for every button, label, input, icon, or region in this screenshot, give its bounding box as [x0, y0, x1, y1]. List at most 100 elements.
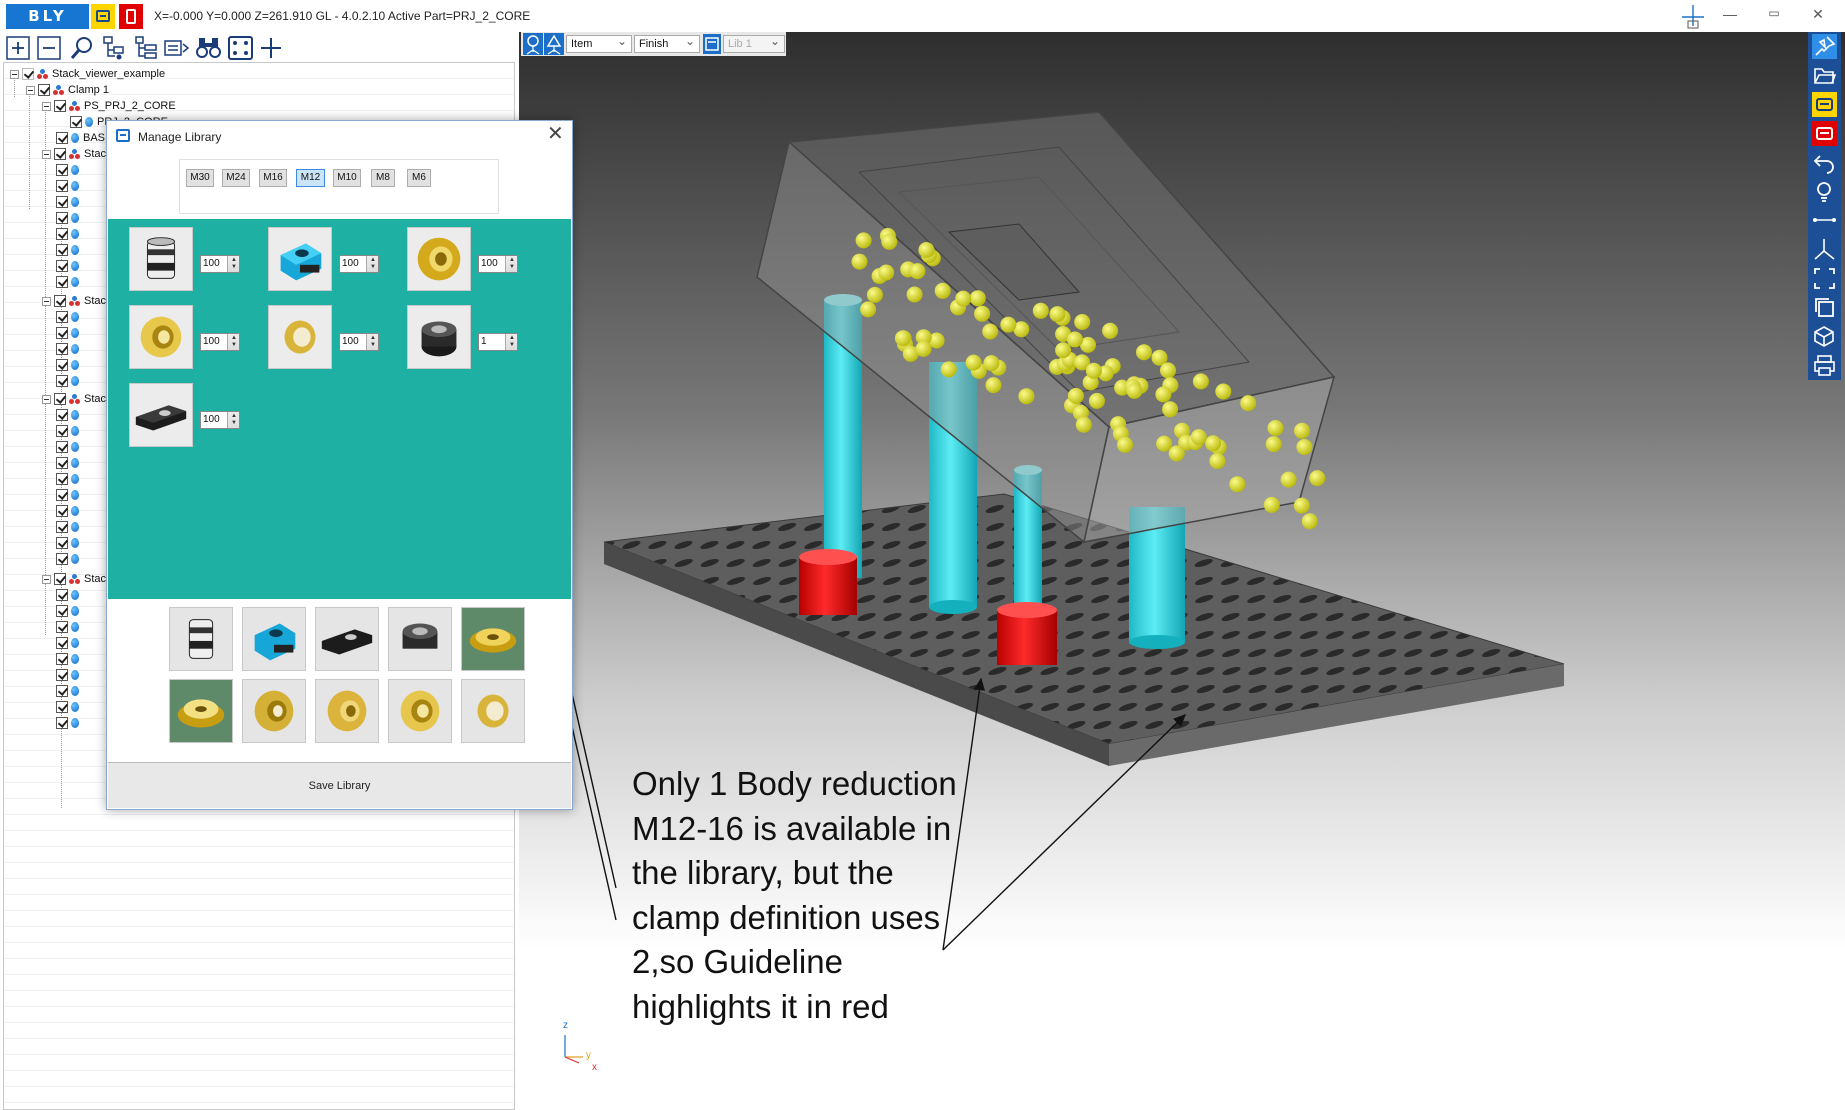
collapse-all-icon[interactable] [36, 35, 63, 61]
close-icon[interactable]: ✕ [547, 124, 564, 144]
tree-item-stack[interactable]: Stac [42, 393, 106, 409]
tree-leaf-item[interactable] [56, 653, 83, 669]
tree-leaf-item[interactable] [56, 327, 83, 343]
expand-all-icon[interactable] [5, 35, 32, 61]
tree-leaf-item[interactable] [56, 505, 83, 521]
restore-icon[interactable]: ▭ [1764, 6, 1784, 20]
fit-view-icon[interactable] [1812, 266, 1837, 291]
close-window-icon[interactable]: ✕ [1808, 6, 1828, 23]
add-icon[interactable] [258, 35, 285, 61]
tree-leaf-item[interactable] [56, 717, 83, 733]
palette-item-ring-gold[interactable] [242, 679, 306, 743]
library-item-ring-gold-thin[interactable] [268, 305, 332, 369]
tree-leaf-item[interactable] [56, 521, 83, 537]
fit-selection-icon[interactable] [227, 35, 254, 61]
palette-item-base-black[interactable] [315, 607, 379, 671]
tree-leaf-item[interactable] [56, 260, 83, 276]
pin-icon[interactable] [1812, 34, 1837, 59]
tree-leaf-item[interactable] [56, 164, 83, 180]
tree-leaf-item[interactable] [56, 441, 83, 457]
quantity-stepper[interactable]: 1 ▲ ▼ [478, 333, 518, 351]
library-item-body-reduction[interactable] [407, 305, 471, 369]
save-library-button[interactable]: Save Library [108, 762, 571, 808]
list-view-icon[interactable] [163, 35, 190, 61]
library-select[interactable]: Lib 1 [723, 33, 785, 53]
size-button-m30[interactable]: M30 [186, 169, 214, 187]
palette-item-gold-cone-large[interactable] [169, 679, 233, 743]
quantity-stepper[interactable]: 100 ▲ ▼ [200, 255, 240, 273]
view-orient-icon[interactable] [544, 33, 564, 55]
search-icon[interactable] [69, 35, 96, 61]
yellow-clamp-icon[interactable] [91, 4, 115, 29]
quantity-stepper[interactable]: 100 ▲ ▼ [339, 255, 379, 273]
tree-leaf-item[interactable] [56, 359, 83, 375]
tree-item-root[interactable]: Stack_viewer_example [10, 68, 165, 84]
red-clamp-tool-icon[interactable] [1812, 121, 1837, 146]
undo-icon[interactable] [1812, 150, 1837, 175]
palette-item-ring-gold-2[interactable] [315, 679, 379, 743]
size-button-m10[interactable]: M10 [333, 169, 361, 187]
tree-leaf-item[interactable] [56, 180, 83, 196]
library-item-clamp-cyan[interactable] [268, 227, 332, 291]
tree-item-stack[interactable]: Stac [42, 295, 106, 311]
tree-leaf-item[interactable] [56, 589, 83, 605]
hierarchy-icon[interactable] [133, 35, 160, 61]
finish-select[interactable]: Finish [634, 33, 700, 53]
open-folder-icon[interactable] [1812, 63, 1837, 88]
palette-item-stack-body[interactable] [169, 607, 233, 671]
palette-item-clamp-cyan[interactable] [242, 607, 306, 671]
size-button-m8[interactable]: M8 [371, 169, 395, 187]
tree-leaf-item[interactable] [56, 605, 83, 621]
item-select[interactable]: Item [566, 33, 632, 53]
tree-leaf-item[interactable] [56, 244, 83, 260]
yellow-clamp-tool-icon[interactable] [1812, 92, 1837, 117]
tree-leaf-item[interactable] [56, 212, 83, 228]
tree-leaf-item[interactable] [56, 311, 83, 327]
minimize-icon[interactable]: — [1720, 6, 1740, 22]
cube-icon[interactable] [1812, 324, 1837, 349]
tree-leaf-item[interactable] [56, 701, 83, 717]
library-icon[interactable] [703, 34, 721, 54]
size-button-m12[interactable]: M12 [296, 169, 325, 187]
tree-leaf-item[interactable] [56, 276, 83, 292]
quantity-stepper[interactable]: 100 ▲ ▼ [200, 333, 240, 351]
quantity-stepper[interactable]: 100 ▲ ▼ [339, 333, 379, 351]
library-item-base-black[interactable] [129, 383, 193, 447]
tree-leaf-item[interactable] [56, 473, 83, 489]
tree-leaf-item[interactable] [56, 537, 83, 553]
size-button-m16[interactable]: M16 [259, 169, 287, 187]
palette-item-ring-gold-3[interactable] [388, 679, 452, 743]
tree-leaf-item[interactable] [56, 685, 83, 701]
binoculars-icon[interactable] [195, 35, 222, 61]
tree-leaf-item[interactable] [56, 669, 83, 685]
view-mode-icon[interactable] [523, 33, 543, 55]
print-icon[interactable] [1812, 353, 1837, 378]
red-clamp-icon[interactable] [119, 4, 143, 29]
tree-leaf-item[interactable] [56, 489, 83, 505]
tree-item-stack[interactable]: Stac [42, 573, 106, 589]
tree-leaf-item[interactable] [56, 553, 83, 569]
tree-leaf-item[interactable] [56, 196, 83, 212]
tree-item-base[interactable]: BAS [56, 132, 105, 148]
quantity-stepper[interactable]: 100 ▲ ▼ [478, 255, 518, 273]
tree-item-part-group[interactable]: PS_PRJ_2_CORE [42, 100, 176, 116]
tree-leaf-item[interactable] [56, 621, 83, 637]
tree-node-icon[interactable] [101, 35, 128, 61]
copy-icon[interactable] [1812, 295, 1837, 320]
tree-leaf-item[interactable] [56, 228, 83, 244]
measure-icon[interactable] [1812, 208, 1837, 233]
axes-icon[interactable] [1812, 237, 1837, 262]
snap-icon[interactable] [1680, 4, 1706, 30]
palette-item-body-reduction[interactable] [388, 607, 452, 671]
size-button-m24[interactable]: M24 [222, 169, 250, 187]
library-item-stack-body[interactable] [129, 227, 193, 291]
size-button-m6[interactable]: M6 [407, 169, 431, 187]
tree-leaf-item[interactable] [56, 409, 83, 425]
tree-leaf-item[interactable] [56, 375, 83, 391]
library-item-ring-gold[interactable] [129, 305, 193, 369]
tree-leaf-item[interactable] [56, 425, 83, 441]
tree-item-stack[interactable]: Stac [42, 148, 106, 164]
palette-item-ring-gold-thin[interactable] [461, 679, 525, 743]
tree-leaf-item[interactable] [56, 637, 83, 653]
palette-item-gold-cone[interactable] [461, 607, 525, 671]
